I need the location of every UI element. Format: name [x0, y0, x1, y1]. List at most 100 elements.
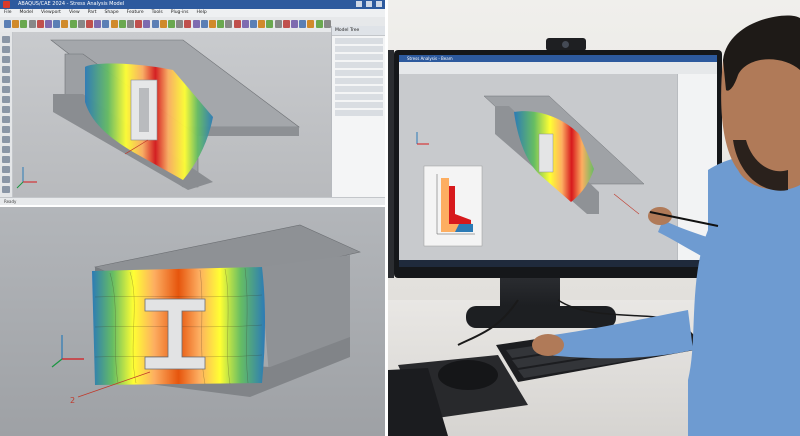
- cad-menu-bar: File Model Viewport View Part Shape Feat…: [0, 9, 385, 17]
- toolbar-tool-icon[interactable]: [110, 20, 118, 28]
- toolbar-tool-icon[interactable]: [323, 20, 331, 28]
- toolbar-tool-icon[interactable]: [315, 20, 323, 28]
- menu-item[interactable]: Help: [196, 9, 206, 17]
- toolbar-tool-icon[interactable]: [77, 20, 85, 28]
- person-arm-left: [548, 310, 693, 359]
- toolbox-tool-icon[interactable]: [2, 56, 10, 63]
- toolbar-tool-icon[interactable]: [20, 20, 28, 28]
- toolbar-tool-icon[interactable]: [225, 20, 233, 28]
- menu-item[interactable]: File: [4, 9, 12, 17]
- toolbar-tool-icon[interactable]: [168, 20, 175, 28]
- toolbar-tool-icon[interactable]: [217, 20, 225, 28]
- cad-viewport[interactable]: [13, 32, 331, 197]
- toolbar-tool-icon[interactable]: [36, 20, 44, 28]
- toolbar-tool-icon[interactable]: [45, 20, 52, 28]
- menu-item[interactable]: Part: [88, 9, 97, 17]
- toolbox-tool-icon[interactable]: [2, 96, 10, 103]
- toolbar-tool-icon[interactable]: [282, 20, 290, 28]
- tree-item[interactable]: [335, 54, 383, 60]
- toolbox-tool-icon[interactable]: [2, 76, 10, 83]
- menu-item[interactable]: Plug-ins: [171, 9, 189, 17]
- toolbox-tool-icon[interactable]: [2, 46, 10, 53]
- toolbar-tool-icon[interactable]: [299, 20, 307, 28]
- toolbar-tool-icon[interactable]: [61, 20, 69, 28]
- toolbox-tool-icon[interactable]: [2, 126, 10, 133]
- toolbar-tool-icon[interactable]: [127, 20, 134, 28]
- toolbar-tool-icon[interactable]: [241, 20, 249, 28]
- toolbar-tool-icon[interactable]: [159, 20, 167, 28]
- toolbox-tool-icon[interactable]: [2, 146, 10, 153]
- tree-item[interactable]: [335, 78, 383, 84]
- toolbox-tool-icon[interactable]: [2, 66, 10, 73]
- menu-item[interactable]: Shape: [105, 9, 119, 17]
- toolbar-tool-icon[interactable]: [250, 20, 257, 28]
- axis-y-icon: [16, 181, 24, 189]
- toolbar-tool-icon[interactable]: [200, 20, 208, 28]
- cad-title-bar: ABAQUS/CAE 2024 - Stress Analysis Model: [0, 0, 385, 9]
- menu-item[interactable]: Feature: [127, 9, 144, 17]
- toolbar-tool-icon[interactable]: [274, 20, 282, 28]
- toolbar-tool-icon[interactable]: [209, 20, 216, 28]
- maximize-icon[interactable]: [366, 1, 372, 7]
- toolbar-tool-icon[interactable]: [135, 20, 143, 28]
- beam-fea-top-svg: [16, 39, 300, 190]
- toolbar-tool-icon[interactable]: [53, 20, 61, 28]
- tree-item[interactable]: [335, 70, 383, 76]
- toolbar-tool-icon[interactable]: [258, 20, 266, 28]
- toolbar-tool-icon[interactable]: [28, 20, 36, 28]
- cad-left-toolbox: [0, 32, 13, 197]
- menu-item[interactable]: View: [69, 9, 80, 17]
- tree-item[interactable]: [335, 86, 383, 92]
- tree-item[interactable]: [335, 102, 383, 108]
- person-torso: [688, 153, 800, 436]
- toolbox-tool-icon[interactable]: [2, 156, 10, 163]
- toolbar-tool-icon[interactable]: [291, 20, 298, 28]
- cad-status-bar: Ready: [0, 197, 385, 205]
- toolbox-tool-icon[interactable]: [2, 106, 10, 113]
- toolbar-tool-icon[interactable]: [12, 20, 20, 28]
- toolbar-tool-icon[interactable]: [94, 20, 102, 28]
- toolbar-tool-icon[interactable]: [184, 20, 192, 28]
- toolbox-tool-icon[interactable]: [2, 136, 10, 143]
- model-tree-panel: Model Tree: [331, 26, 385, 197]
- toolbox-tool-icon[interactable]: [2, 86, 10, 93]
- close-icon[interactable]: [376, 1, 382, 7]
- toolbar-tool-icon[interactable]: [192, 20, 200, 28]
- status-text: Ready: [4, 199, 17, 204]
- toolbar-tool-icon[interactable]: [86, 20, 93, 28]
- toolbar-tool-icon[interactable]: [102, 20, 110, 28]
- toolbox-tool-icon[interactable]: [2, 116, 10, 123]
- tree-item[interactable]: [335, 62, 383, 68]
- person-hand-mouse: [532, 334, 564, 356]
- toolbox-tool-icon[interactable]: [2, 166, 10, 173]
- toolbar-tool-icon[interactable]: [4, 20, 11, 28]
- cad-screenshot-panel: ABAQUS/CAE 2024 - Stress Analysis Model …: [0, 0, 385, 205]
- cable: [457, 299, 519, 346]
- cad-toolbar: [0, 17, 385, 33]
- menu-item[interactable]: Viewport: [41, 9, 61, 17]
- tree-item[interactable]: [335, 38, 383, 44]
- toolbox-tool-icon[interactable]: [2, 186, 10, 193]
- toolbox-tool-icon[interactable]: [2, 36, 10, 43]
- tree-item[interactable]: [335, 110, 383, 116]
- toolbox-tool-icon[interactable]: [2, 176, 10, 183]
- callout-label: 2: [70, 396, 75, 405]
- toolbar-tool-icon[interactable]: [307, 20, 315, 28]
- tree-item[interactable]: [335, 46, 383, 52]
- app-logo-icon: [3, 1, 10, 8]
- minimize-icon[interactable]: [356, 1, 362, 7]
- menu-item[interactable]: Model: [20, 9, 34, 17]
- desk-scene-svg: [388, 15, 800, 436]
- beam-fea-closeup-svg: 2: [0, 207, 385, 436]
- toolbar-tool-icon[interactable]: [143, 20, 151, 28]
- tree-item[interactable]: [335, 94, 383, 100]
- engineer-photo-panel: Stress Analysis - Beam: [388, 0, 800, 436]
- menu-item[interactable]: Tools: [152, 9, 163, 17]
- toolbar-tool-icon[interactable]: [151, 20, 159, 28]
- toolbar-tool-icon[interactable]: [266, 20, 274, 28]
- window-controls: [356, 1, 382, 7]
- toolbar-tool-icon[interactable]: [233, 20, 241, 28]
- toolbar-tool-icon[interactable]: [118, 20, 126, 28]
- toolbar-tool-icon[interactable]: [69, 20, 77, 28]
- toolbar-tool-icon[interactable]: [176, 20, 184, 28]
